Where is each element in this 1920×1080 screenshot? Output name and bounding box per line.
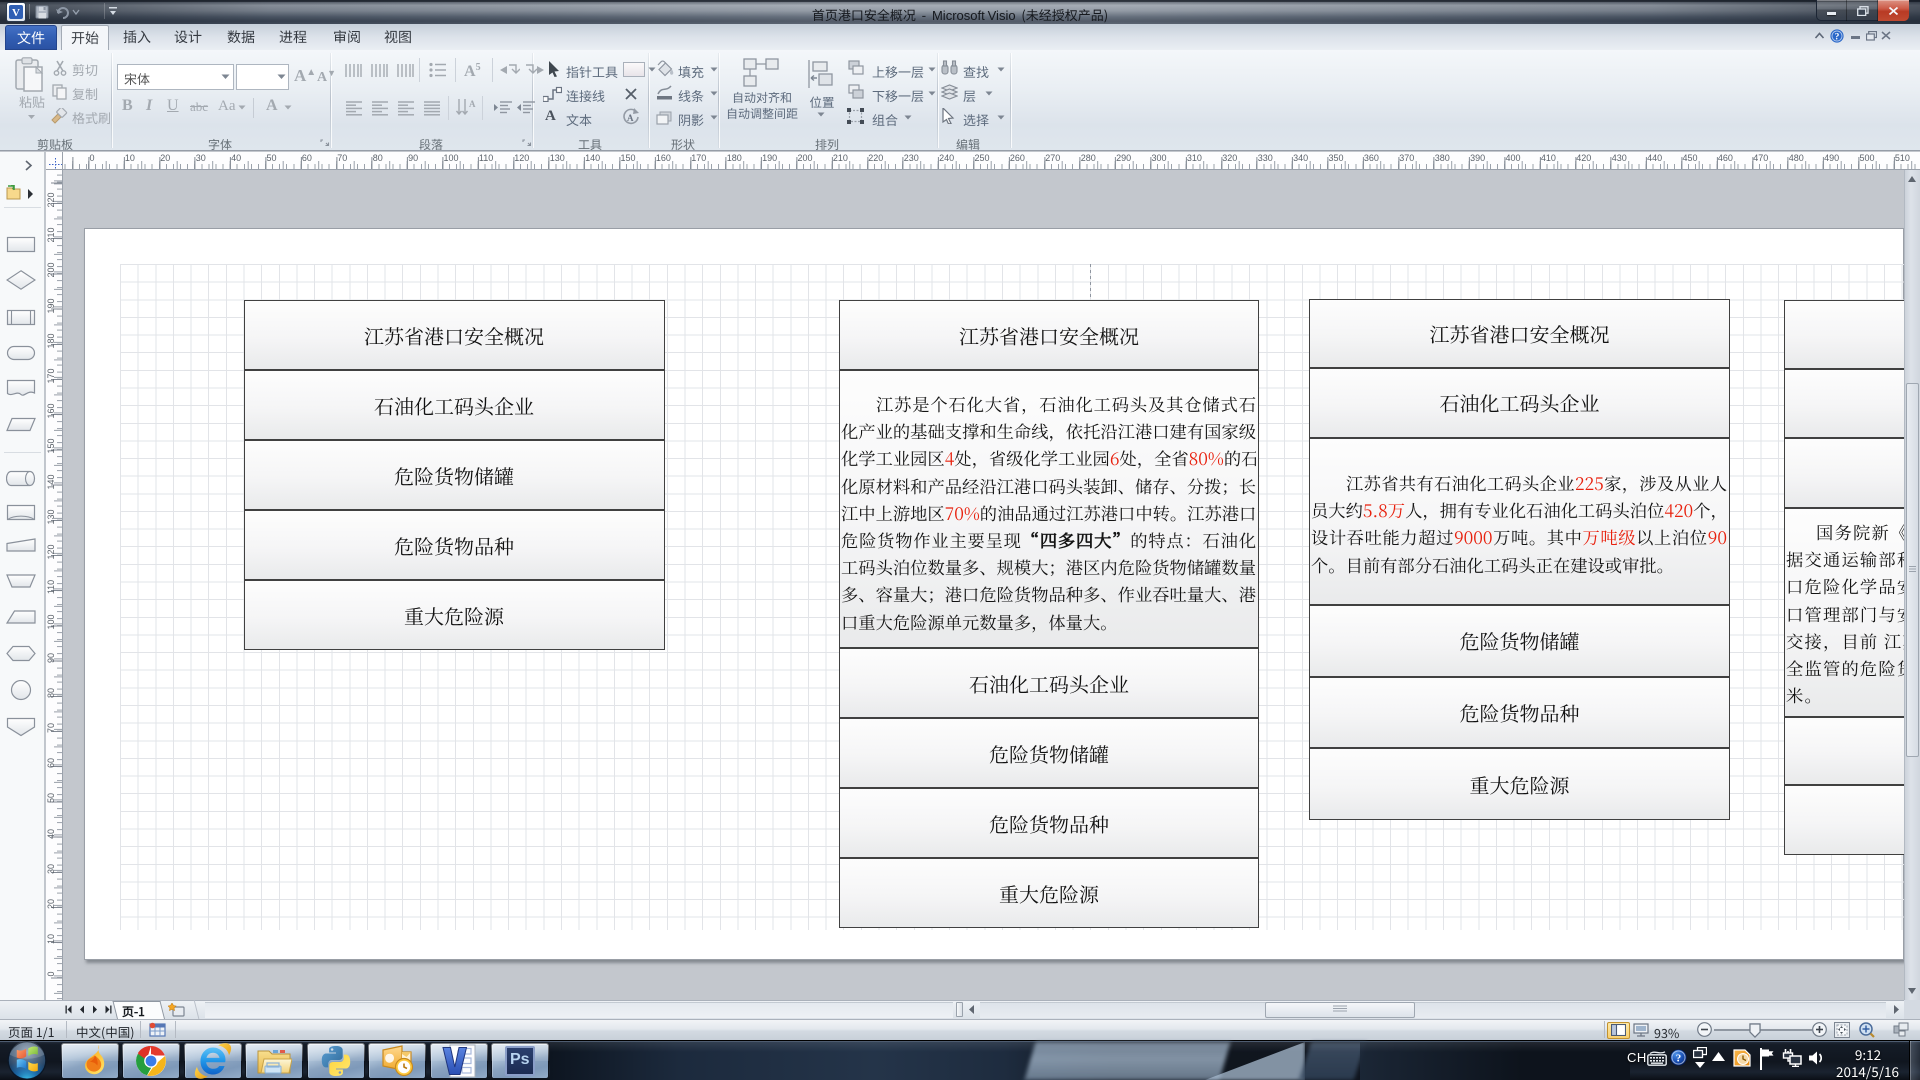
svg-text:60: 60 — [46, 758, 56, 768]
svg-text:190: 190 — [46, 298, 56, 313]
svg-text:130: 130 — [46, 509, 56, 524]
svg-text:70: 70 — [46, 723, 56, 733]
svg-text:A: A — [469, 99, 476, 109]
svg-text:110: 110 — [46, 580, 56, 594]
svg-text:80: 80 — [46, 688, 56, 698]
svg-text:100: 100 — [46, 615, 56, 630]
svg-text:170: 170 — [46, 368, 56, 383]
svg-text:10: 10 — [46, 934, 56, 944]
svg-text:210: 210 — [46, 228, 56, 243]
svg-text:90: 90 — [46, 653, 56, 663]
svg-text:200: 200 — [46, 263, 56, 278]
svg-text:50: 50 — [46, 793, 56, 803]
svg-text:?: ? — [1676, 1053, 1682, 1065]
svg-text:40: 40 — [46, 829, 56, 839]
svg-text:30: 30 — [46, 864, 56, 874]
svg-text:120: 120 — [46, 544, 56, 559]
svg-text:140: 140 — [46, 474, 56, 489]
svg-text:160: 160 — [46, 404, 56, 419]
svg-text:220: 220 — [46, 192, 56, 207]
svg-text:20: 20 — [46, 899, 56, 909]
svg-text:?: ? — [1835, 33, 1840, 43]
svg-text:0: 0 — [46, 972, 56, 977]
svg-text:A: A — [627, 113, 634, 123]
svg-text:150: 150 — [46, 439, 56, 454]
svg-text:180: 180 — [46, 333, 56, 348]
